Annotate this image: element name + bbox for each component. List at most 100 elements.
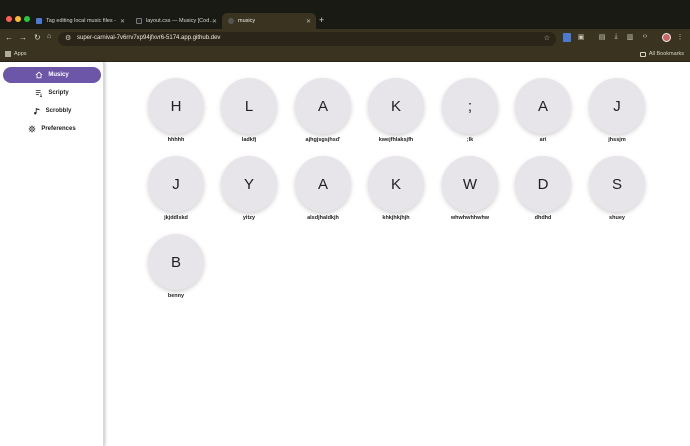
artist-avatar: W [442, 156, 498, 212]
page-content: Musicy Scripty Scrobbly Preferences H hh… [0, 62, 690, 446]
all-bookmarks[interactable]: All Bookmarks [639, 51, 684, 57]
bookmark-apps[interactable]: Apps [5, 51, 27, 57]
sidebar-item-preferences[interactable]: Preferences [3, 121, 101, 137]
tab-favicon-icon [36, 18, 42, 24]
download-icon[interactable]: ⤓ [612, 33, 620, 42]
close-window-button[interactable] [6, 16, 12, 22]
artist-card[interactable]: K kwejfhlaksjfh [367, 78, 425, 143]
artist-name: jhssjm [608, 137, 626, 143]
reading-list-icon[interactable]: ▤ [598, 33, 606, 42]
artist-avatar: K [368, 78, 424, 134]
artist-card[interactable]: W whwhwhhwhw [441, 156, 499, 221]
artist-card[interactable]: D dhdhd [514, 156, 572, 221]
artist-avatar: B [148, 234, 204, 290]
artist-avatar: S [589, 156, 645, 212]
artist-avatar: A [295, 156, 351, 212]
devtools-icon[interactable]: ‹› [641, 33, 649, 42]
artist-name: dhdhd [534, 215, 552, 221]
artist-name: alsdjhaldkjh [307, 215, 339, 221]
artist-card[interactable]: J jkjddlskd [147, 156, 205, 221]
artist-avatar: A [295, 78, 351, 134]
url-text: super-carnival-7v6rrv7xp94jfxvr6-5174.ap… [77, 35, 221, 41]
tab-layout-css[interactable]: layout.css — Musicy [Codesp ✕ [130, 13, 222, 29]
artist-card[interactable]: A ari [514, 78, 572, 143]
extensions-puzzle-icon[interactable]: ▣ [577, 33, 585, 42]
bookmarks-bar: Apps All Bookmarks [0, 48, 690, 62]
artist-name: whwhwhhwhw [450, 215, 490, 221]
extension-icon[interactable] [563, 33, 571, 42]
artist-card[interactable]: ; ;lk [441, 78, 499, 143]
artist-card[interactable]: H hhhhh [147, 78, 205, 143]
artist-card[interactable]: Y yitzy [220, 156, 278, 221]
artist-name: ajhgjsgsjhsd' [305, 137, 341, 143]
sidebar-item-label: Musicy [48, 72, 69, 78]
home-icon [35, 71, 43, 79]
artist-name: kwejfhlaksjfh [378, 137, 414, 143]
artist-card[interactable]: J jhssjm [588, 78, 646, 143]
artist-card[interactable]: L ladkfj [220, 78, 278, 143]
tab-title: layout.css — Musicy [Codesp [146, 18, 216, 24]
artist-card[interactable]: A alsdjhaldkjh [294, 156, 352, 221]
close-icon[interactable]: ✕ [120, 18, 125, 25]
tab-favicon-icon [136, 18, 142, 24]
artist-name: ;lk [466, 137, 474, 143]
address-bar[interactable]: ⚙ super-carnival-7v6rrv7xp94jfxvr6-5174.… [58, 32, 556, 46]
sidebar-item-label: Preferences [41, 126, 76, 132]
music-note-icon [33, 108, 40, 115]
apps-grid-icon [5, 51, 11, 57]
artist-avatar: ; [442, 78, 498, 134]
sidebar-item-scripty[interactable]: Scripty [3, 85, 101, 101]
menu-kebab-icon[interactable]: ⋮ [676, 33, 684, 42]
artist-avatar: J [589, 78, 645, 134]
tab-tag-editing[interactable]: Tag editing local music files - ✕ [30, 13, 130, 29]
profile-avatar[interactable] [662, 33, 671, 42]
folder-icon [639, 51, 646, 57]
forward-icon[interactable]: → [19, 33, 27, 42]
artist-avatar: A [515, 78, 571, 134]
artist-name: shuey [609, 215, 625, 221]
artist-avatar: Y [221, 156, 277, 212]
close-icon[interactable]: ✕ [306, 18, 311, 25]
all-bookmarks-label: All Bookmarks [648, 51, 684, 57]
minimize-window-button[interactable] [15, 16, 21, 22]
artist-avatar: K [368, 156, 424, 212]
sidebar-item-scrobbly[interactable]: Scrobbly [3, 103, 101, 119]
artist-name: yitzy [242, 215, 256, 221]
bookmark-apps-label: Apps [14, 51, 27, 57]
site-info-icon[interactable]: ⚙ [65, 34, 71, 42]
bookmark-star-icon[interactable]: ☆ [544, 34, 550, 42]
artist-avatar: L [221, 78, 277, 134]
back-icon[interactable]: ← [5, 33, 13, 42]
new-tab-button[interactable]: + [319, 15, 324, 25]
home-icon[interactable]: ⌂ [47, 33, 51, 40]
artist-avatar: J [148, 156, 204, 212]
artist-name: ladkfj [241, 137, 257, 143]
tab-musicy[interactable]: musicy ✕ [222, 13, 316, 29]
tab-strip: Tag editing local music files - ✕ layout… [0, 0, 690, 29]
tab-title: musicy [238, 18, 256, 24]
sidebar-item-label: Scrobbly [45, 108, 72, 114]
artist-name: ari [539, 137, 547, 143]
sidebar: Musicy Scripty Scrobbly Preferences [0, 62, 104, 446]
playlist-icon [36, 90, 43, 97]
side-panel-icon[interactable]: ▥ [626, 33, 634, 42]
tab-title: Tag editing local music files - [46, 18, 117, 24]
artist-avatar: H [148, 78, 204, 134]
artist-card[interactable]: B benny [147, 234, 205, 299]
artist-card[interactable]: K khkjhkjhjh [367, 156, 425, 221]
browser-window: Tag editing local music files - ✕ layout… [0, 0, 690, 446]
tab-favicon-icon [228, 18, 234, 24]
sidebar-item-label: Scripty [48, 90, 69, 96]
artist-name: khkjhkjhjh [382, 215, 410, 221]
artist-card[interactable]: S shuey [588, 156, 646, 221]
artist-avatar: D [515, 156, 571, 212]
artist-name: benny [167, 293, 185, 299]
reload-icon[interactable]: ↻ [34, 33, 41, 42]
artist-name: hhhhh [167, 137, 185, 143]
artist-card[interactable]: A ajhgjsgsjhsd' [294, 78, 352, 143]
browser-toolbar: ← → ↻ ⌂ ⚙ super-carnival-7v6rrv7xp94jfxv… [0, 29, 690, 48]
gear-icon [28, 125, 36, 133]
artist-name: jkjddlskd [164, 215, 188, 221]
close-icon[interactable]: ✕ [212, 18, 217, 25]
sidebar-item-musicy[interactable]: Musicy [3, 67, 101, 83]
